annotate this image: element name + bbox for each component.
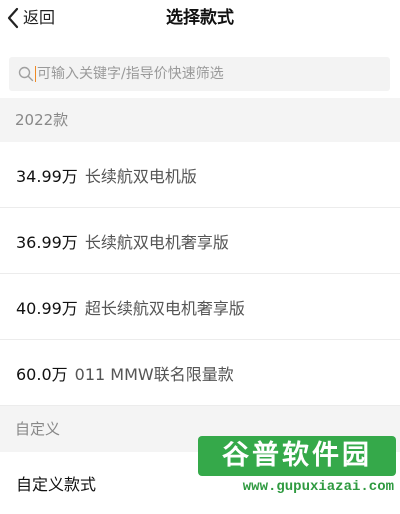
list-item[interactable]: 36.99万 长续航双电机奢享版 <box>0 208 400 274</box>
search-bar <box>0 38 400 98</box>
section-header-2022: 2022款 <box>0 98 400 142</box>
item-price: 34.99万 <box>16 166 78 186</box>
search-input[interactable] <box>37 59 377 89</box>
item-name: 长续航双电机版 <box>84 166 197 186</box>
watermark: 谷普软件园 www.gupuxiazai.com <box>192 432 400 500</box>
navigation-bar: 返回 选择款式 <box>0 0 400 38</box>
list-item[interactable]: 60.0万 011 MMW联名限量款 <box>0 340 400 406</box>
search-icon <box>18 66 34 82</box>
item-price: 36.99万 <box>16 232 78 252</box>
item-price: 40.99万 <box>16 298 78 318</box>
watermark-logo: 谷普软件园 <box>198 436 396 476</box>
item-name: 011 MMW联名限量款 <box>74 364 234 384</box>
watermark-url: www.gupuxiazai.com <box>242 479 394 495</box>
list-item[interactable]: 34.99万 长续航双电机版 <box>0 142 400 208</box>
search-box[interactable] <box>9 57 390 91</box>
list-item[interactable]: 40.99万 超长续航双电机奢享版 <box>0 274 400 340</box>
text-cursor <box>35 66 36 82</box>
page-title: 选择款式 <box>166 8 234 28</box>
item-price: 60.0万 <box>16 364 68 384</box>
item-name: 超长续航双电机奢享版 <box>84 298 245 318</box>
item-name: 长续航双电机奢享版 <box>84 232 229 252</box>
custom-style-label: 自定义款式 <box>16 475 97 494</box>
